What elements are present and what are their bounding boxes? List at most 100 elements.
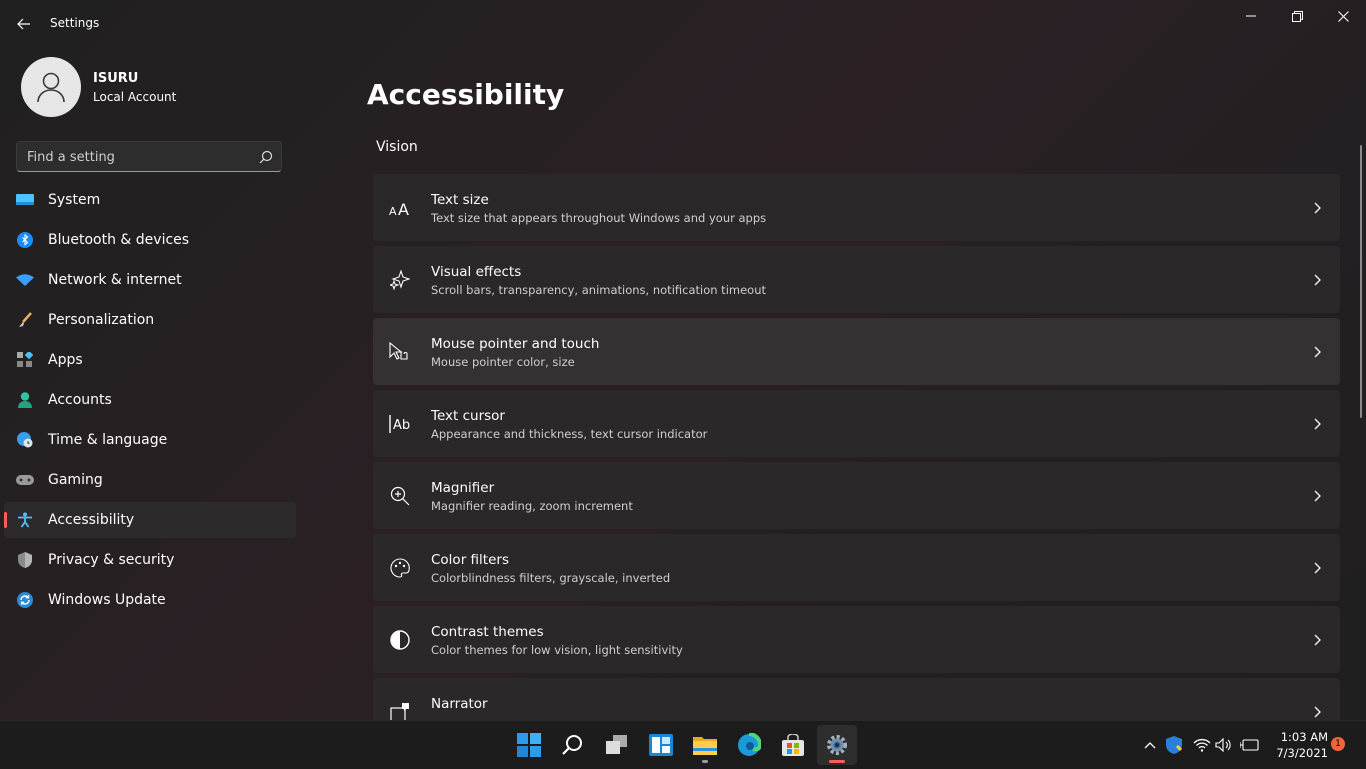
task-view-button[interactable] [597,725,637,765]
svg-text:A: A [398,200,409,216]
title-bar: Settings [0,0,1366,48]
show-hidden-icons-button[interactable] [1140,735,1160,755]
sidebar-item-windows-update[interactable]: Windows Update [4,582,296,618]
card-narrator[interactable]: Narrator [373,678,1340,720]
store-button[interactable] [773,725,813,765]
wifi-tray-icon[interactable] [1192,735,1212,755]
sidebar-item-label: Privacy & security [48,552,175,568]
widgets-icon [649,734,673,756]
settings-taskbar-button[interactable] [817,725,857,765]
settings-search[interactable] [16,141,282,172]
chevron-up-icon [1144,742,1156,749]
wifi-icon [16,271,34,289]
start-button[interactable] [509,725,549,765]
card-title: Text cursor [431,408,505,424]
sidebar-item-system[interactable]: System [4,182,296,218]
card-text-size[interactable]: AA Text size Text size that appears thro… [373,174,1340,241]
update-icon [16,591,34,609]
gamepad-icon [16,471,34,489]
taskbar-search-button[interactable] [553,725,593,765]
card-visual-effects[interactable]: Visual effects Scroll bars, transparency… [373,246,1340,313]
volume-tray-icon[interactable] [1214,735,1234,755]
bluetooth-icon [16,231,34,249]
card-color-filters[interactable]: Color filters Colorblindness filters, gr… [373,534,1340,601]
sidebar-item-personalization[interactable]: Personalization [4,302,296,338]
magnifier-icon [389,485,411,507]
widgets-button[interactable] [641,725,681,765]
sidebar-item-time-language[interactable]: Time & language [4,422,296,458]
sidebar-item-accessibility[interactable]: Accessibility [4,502,296,538]
sidebar-nav: System Bluetooth & devices Network & int… [4,182,296,622]
card-subtitle: Scroll bars, transparency, animations, n… [431,283,766,297]
clock-date: 7/3/2021 [1276,746,1328,760]
store-icon [782,734,804,756]
restore-button[interactable] [1274,0,1320,32]
battery-plug-icon [1240,739,1259,751]
minimize-button[interactable] [1228,0,1274,32]
chevron-right-icon [1314,490,1321,502]
sidebar-item-privacy-security[interactable]: Privacy & security [4,542,296,578]
window-title: Settings [50,16,100,30]
sidebar-item-label: Time & language [48,432,168,448]
gear-icon [827,735,847,755]
globe-clock-icon [16,431,34,449]
card-title: Text size [431,192,489,208]
card-title: Visual effects [431,264,522,280]
sidebar-item-label: Apps [48,352,83,368]
brush-icon [16,311,34,329]
task-view-icon [606,735,627,754]
back-button[interactable] [8,8,40,40]
sidebar-item-label: Network & internet [48,272,182,288]
vertical-scrollbar[interactable] [1360,145,1362,418]
sidebar-item-gaming[interactable]: Gaming [4,462,296,498]
sidebar-item-label: Accessibility [48,512,135,528]
card-subtitle: Colorblindness filters, grayscale, inver… [431,571,671,585]
search-icon [562,735,582,755]
card-magnifier[interactable]: Magnifier Magnifier reading, zoom increm… [373,462,1340,529]
text-size-icon: AA [389,197,411,219]
sidebar-item-network[interactable]: Network & internet [4,262,296,298]
active-indicator [829,760,845,763]
taskbar-clock[interactable]: 1:03 AM 7/3/2021 [1266,729,1328,761]
speaker-icon [1215,738,1231,752]
minimize-icon [1246,15,1256,17]
edge-icon [738,733,761,756]
sidebar-item-accounts[interactable]: Accounts [4,382,296,418]
battery-tray-icon[interactable] [1240,735,1260,755]
sidebar-item-bluetooth[interactable]: Bluetooth & devices [4,222,296,258]
apps-icon [16,351,34,369]
sidebar-item-label: Bluetooth & devices [48,232,190,248]
search-icon[interactable] [259,150,273,164]
sidebar-item-label: Personalization [48,312,155,328]
running-indicator [702,760,708,763]
security-tray-icon[interactable] [1164,735,1184,755]
card-contrast-themes[interactable]: Contrast themes Color themes for low vis… [373,606,1340,673]
user-profile[interactable]: ISURU Local Account [21,57,321,117]
section-title: Vision [376,139,418,155]
svg-text:Ab: Ab [393,418,410,433]
edge-button[interactable] [729,725,769,765]
search-input[interactable] [27,148,247,166]
card-mouse-pointer-touch[interactable]: Mouse pointer and touch Mouse pointer co… [373,318,1340,385]
chevron-right-icon [1314,274,1321,286]
shield-icon [16,551,34,569]
pointer-touch-icon [389,341,411,363]
chevron-right-icon [1314,634,1321,646]
contrast-icon [389,629,411,651]
avatar [21,57,81,117]
wifi-icon [1193,738,1211,752]
chevron-right-icon [1314,346,1321,358]
sidebar-item-apps[interactable]: Apps [4,342,296,378]
chevron-right-icon [1314,202,1321,214]
card-subtitle: Color themes for low vision, light sensi… [431,643,683,657]
close-button[interactable] [1320,0,1366,32]
windows-logo-icon [517,733,541,757]
notification-badge[interactable]: 1 [1331,737,1345,751]
card-text-cursor[interactable]: Ab Text cursor Appearance and thickness,… [373,390,1340,457]
file-explorer-button[interactable] [685,725,725,765]
card-subtitle: Mouse pointer color, size [431,355,575,369]
clock-time: 1:03 AM [1280,730,1328,744]
close-icon [1337,10,1349,22]
folder-icon [693,737,717,755]
sidebar-item-label: Gaming [48,472,103,488]
